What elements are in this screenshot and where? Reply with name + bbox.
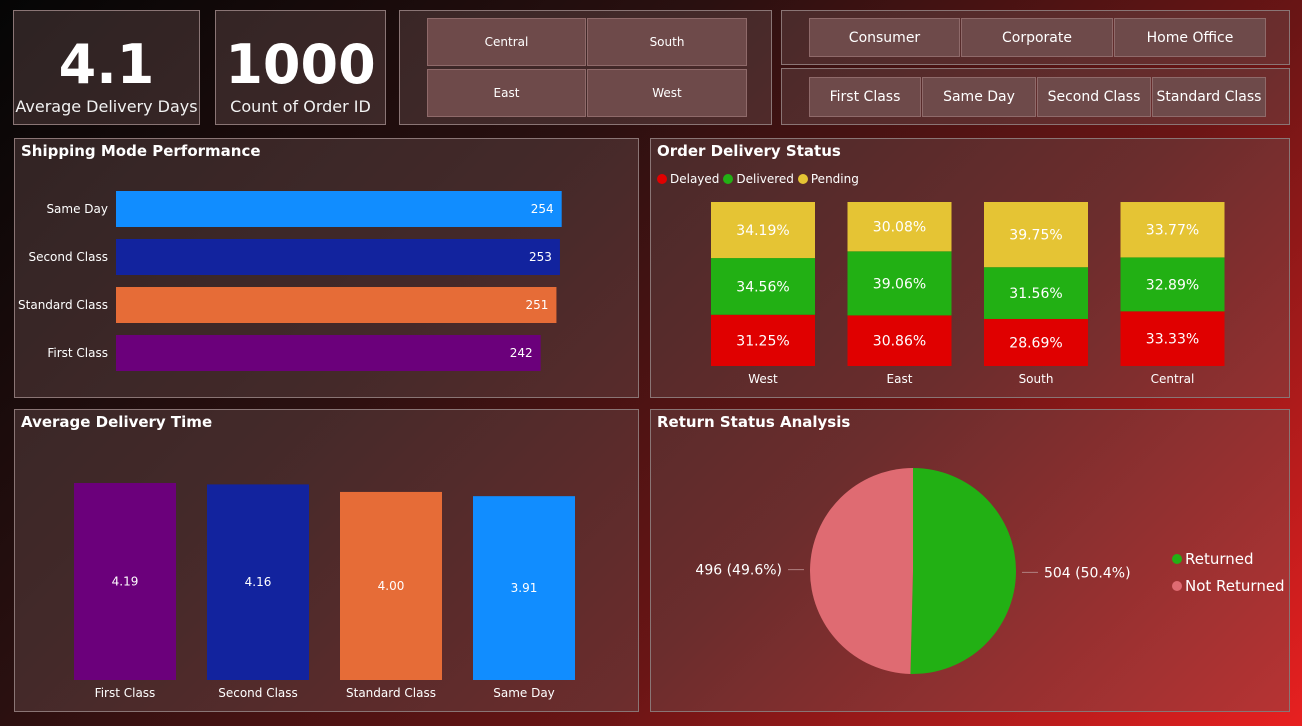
- category-label-standard-class: Standard Class: [346, 686, 436, 700]
- category-label-first-class: First Class: [47, 346, 108, 360]
- data-label-standard-class: 251: [526, 298, 549, 312]
- category-label-west: West: [748, 372, 778, 386]
- slicer-label: South: [649, 35, 685, 49]
- data-label-returned: 504 (50.4%): [1044, 565, 1131, 581]
- bar-first-class: [116, 335, 541, 371]
- category-label-first-class: First Class: [95, 686, 156, 700]
- data-label-delayed-south: 28.69%: [1009, 335, 1062, 351]
- shipping-mode-bar-chart: Same Day 254 Second Class 253 Standard Class…: [18, 191, 562, 371]
- kpi-label: Average Delivery Days: [15, 97, 198, 116]
- slicer-label: Second Class: [1047, 89, 1141, 105]
- slicer-label: First Class: [829, 89, 901, 105]
- data-label-first-class: 4.19: [112, 575, 139, 589]
- return-status-panel: Return Status Analysis 504 (50.4%) 496 (4…: [650, 409, 1290, 712]
- legend-label-returned: Returned: [1185, 550, 1254, 568]
- data-label-second-class: 253: [529, 250, 552, 264]
- slicer-segment-consumer[interactable]: Consumer: [809, 18, 960, 57]
- data-label-delayed-central: 33.33%: [1146, 332, 1199, 348]
- data-label-delivered-south: 31.56%: [1009, 286, 1062, 302]
- delivery-status-panel: Order Delivery Status Delayed Delivered …: [650, 138, 1290, 398]
- data-label-pending-west: 34.19%: [736, 223, 789, 239]
- data-label-not-returned: 496 (49.6%): [695, 563, 782, 579]
- slicer-region-south[interactable]: South: [587, 18, 747, 66]
- slicer-shipmode-first-class[interactable]: First Class: [809, 77, 921, 117]
- data-label-delayed-east: 30.86%: [873, 334, 926, 350]
- slicer-region-west[interactable]: West: [587, 69, 747, 117]
- slicer-segment-corporate[interactable]: Corporate: [961, 18, 1113, 57]
- return-legend-not-returned: Not Returned: [1172, 577, 1285, 595]
- slicer-label: Standard Class: [1156, 89, 1262, 105]
- pie-slice-not-returned: [810, 468, 913, 674]
- slicer-label: Same Day: [943, 89, 1015, 105]
- slicer-shipmode-same-day[interactable]: Same Day: [922, 77, 1036, 117]
- data-label-same-day: 254: [531, 202, 554, 216]
- shipping-mode-panel: Shipping Mode Performance Same Day 254 Sec…: [14, 138, 639, 398]
- kpi-card-order-count: 1000 Count of Order ID: [215, 10, 386, 125]
- kpi-value: 1000: [225, 33, 376, 96]
- data-label-pending-east: 30.08%: [873, 220, 926, 236]
- kpi-value: 4.1: [58, 33, 155, 96]
- data-label-second-class: 4.16: [245, 575, 272, 589]
- legend-label-not-returned: Not Returned: [1185, 577, 1285, 595]
- category-label-second-class: Second Class: [28, 250, 108, 264]
- bar-standard-class: [116, 287, 557, 323]
- legend-marker-returned: [1172, 554, 1182, 564]
- slicer-label: Home Office: [1146, 29, 1234, 46]
- bar-same-day: [116, 191, 562, 227]
- slicer-segment-home-office[interactable]: Home Office: [1114, 18, 1266, 57]
- pie-slice-returned: [910, 468, 1017, 674]
- data-label-same-day: 3.91: [511, 581, 538, 595]
- slicer-shipmode-second-class[interactable]: Second Class: [1037, 77, 1151, 117]
- data-label-delivered-central: 32.89%: [1146, 277, 1199, 293]
- category-label-east: East: [887, 372, 913, 386]
- data-label-delivered-west: 34.56%: [736, 279, 789, 295]
- slicer-label: Consumer: [848, 29, 921, 46]
- avg-delivery-bar-chart: 4.19 First Class 4.16 Second Class 4.00 Stand…: [74, 483, 575, 700]
- data-label-pending-south: 39.75%: [1009, 228, 1062, 244]
- kpi-card-avg-delivery: 4.1 Average Delivery Days: [13, 10, 200, 125]
- segment-slicer: Consumer Corporate Home Office: [781, 10, 1290, 65]
- category-label-south: South: [1019, 372, 1054, 386]
- category-label-central: Central: [1151, 372, 1195, 386]
- slicer-shipmode-standard-class[interactable]: Standard Class: [1152, 77, 1266, 117]
- legend-marker-not-returned: [1172, 581, 1182, 591]
- avg-delivery-panel: Average Delivery Time 4.19 First Class 4.1…: [14, 409, 639, 712]
- delivery-status-stacked-chart: 31.25% 34.56% 34.19% West 30.86% 39.06% 30.08%…: [711, 202, 1225, 386]
- slicer-label: East: [493, 86, 520, 100]
- slicer-region-central[interactable]: Central: [427, 18, 586, 66]
- category-label-same-day: Same Day: [46, 202, 108, 216]
- category-label-second-class: Second Class: [218, 686, 298, 700]
- bar-second-class: [116, 239, 560, 275]
- slicer-label: Corporate: [1002, 29, 1072, 46]
- slicer-label: West: [652, 86, 682, 100]
- data-label-pending-central: 33.77%: [1146, 223, 1199, 239]
- shipmode-slicer: First Class Same Day Second Class Standa…: [781, 68, 1290, 125]
- data-label-standard-class: 4.00: [378, 579, 405, 593]
- slicer-label: Central: [484, 35, 529, 49]
- slicer-region-east[interactable]: East: [427, 69, 586, 117]
- data-label-first-class: 242: [510, 346, 533, 360]
- data-label-delivered-east: 39.06%: [873, 276, 926, 292]
- data-label-delayed-west: 31.25%: [736, 333, 789, 349]
- kpi-label: Count of Order ID: [230, 97, 371, 116]
- category-label-standard-class: Standard Class: [18, 298, 108, 312]
- return-legend-returned: Returned: [1172, 550, 1254, 568]
- region-slicer: Central South East West: [399, 10, 772, 125]
- category-label-same-day: Same Day: [493, 686, 555, 700]
